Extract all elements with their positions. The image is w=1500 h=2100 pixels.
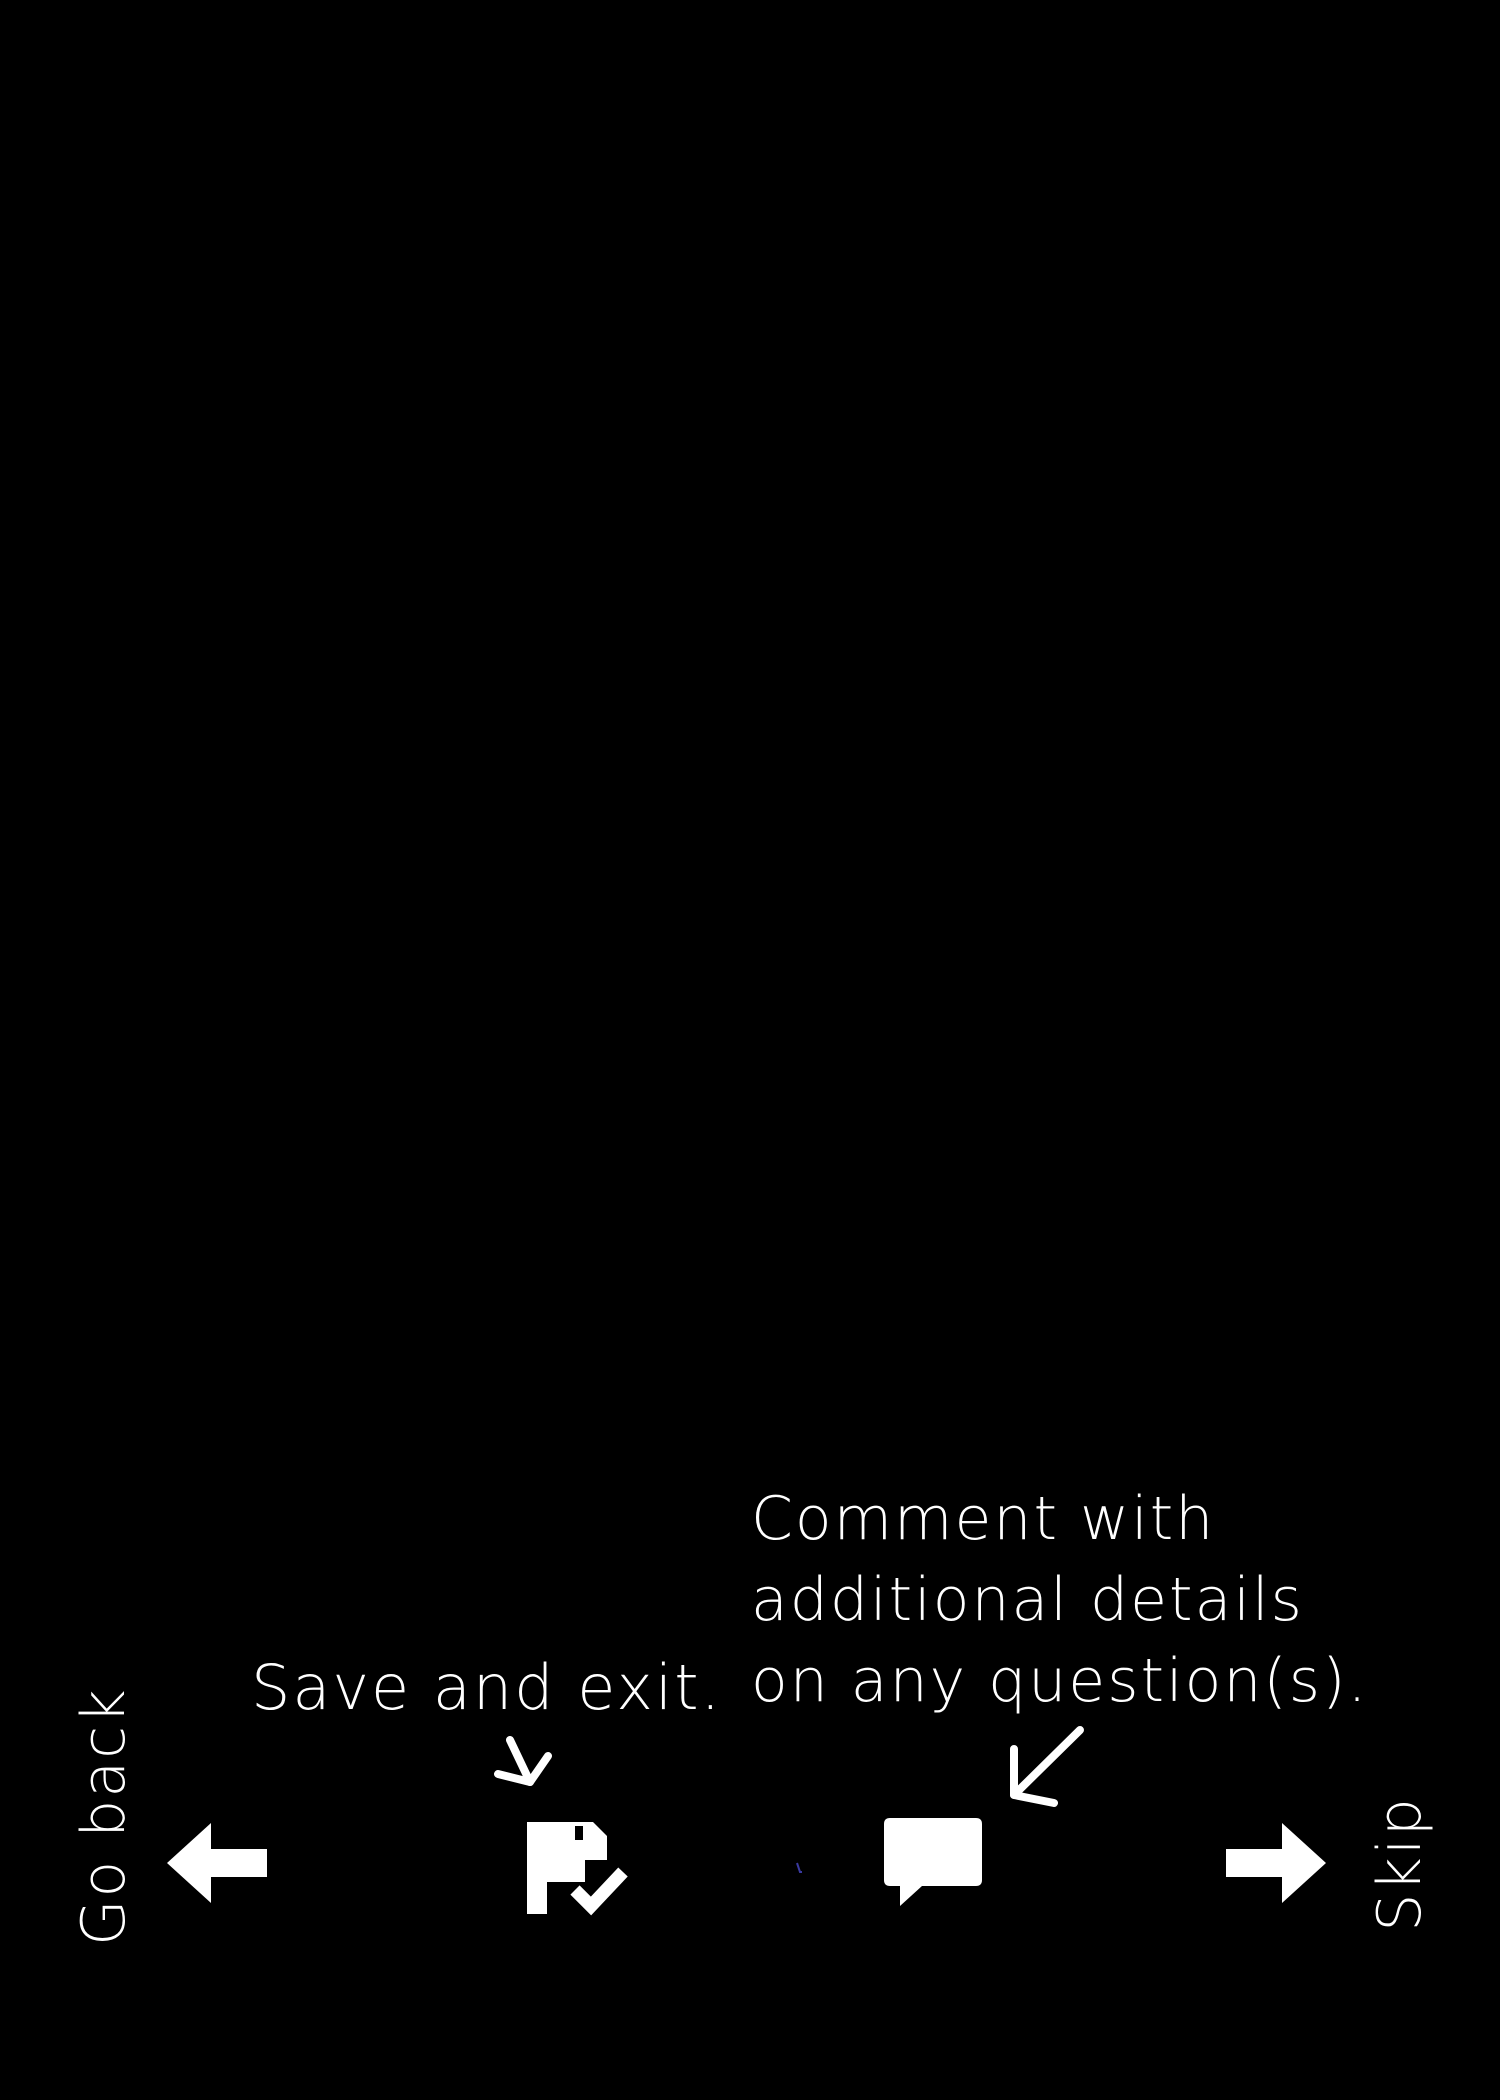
comment-bubble-icon — [884, 1818, 982, 1906]
back-button[interactable] — [167, 1823, 267, 1903]
arrow-right-icon — [1226, 1823, 1326, 1903]
skip-button[interactable] — [1226, 1823, 1326, 1903]
save-hint-text: Save and exit. — [251, 1651, 723, 1724]
save-exit-icon — [527, 1822, 628, 1916]
arrow-left-icon — [167, 1823, 267, 1903]
comment-button[interactable] — [882, 1816, 984, 1908]
comment-hint-text: Comment with additional details on any q… — [751, 1484, 1369, 1716]
skip-label: Skip — [1365, 1796, 1435, 1932]
cursor-mark-icon — [796, 1862, 804, 1874]
go-back-label: Go back — [69, 1687, 139, 1946]
save-exit-button[interactable] — [525, 1820, 631, 1916]
comment-pointer-icon — [1002, 1725, 1092, 1810]
save-pointer-icon — [494, 1736, 554, 1791]
